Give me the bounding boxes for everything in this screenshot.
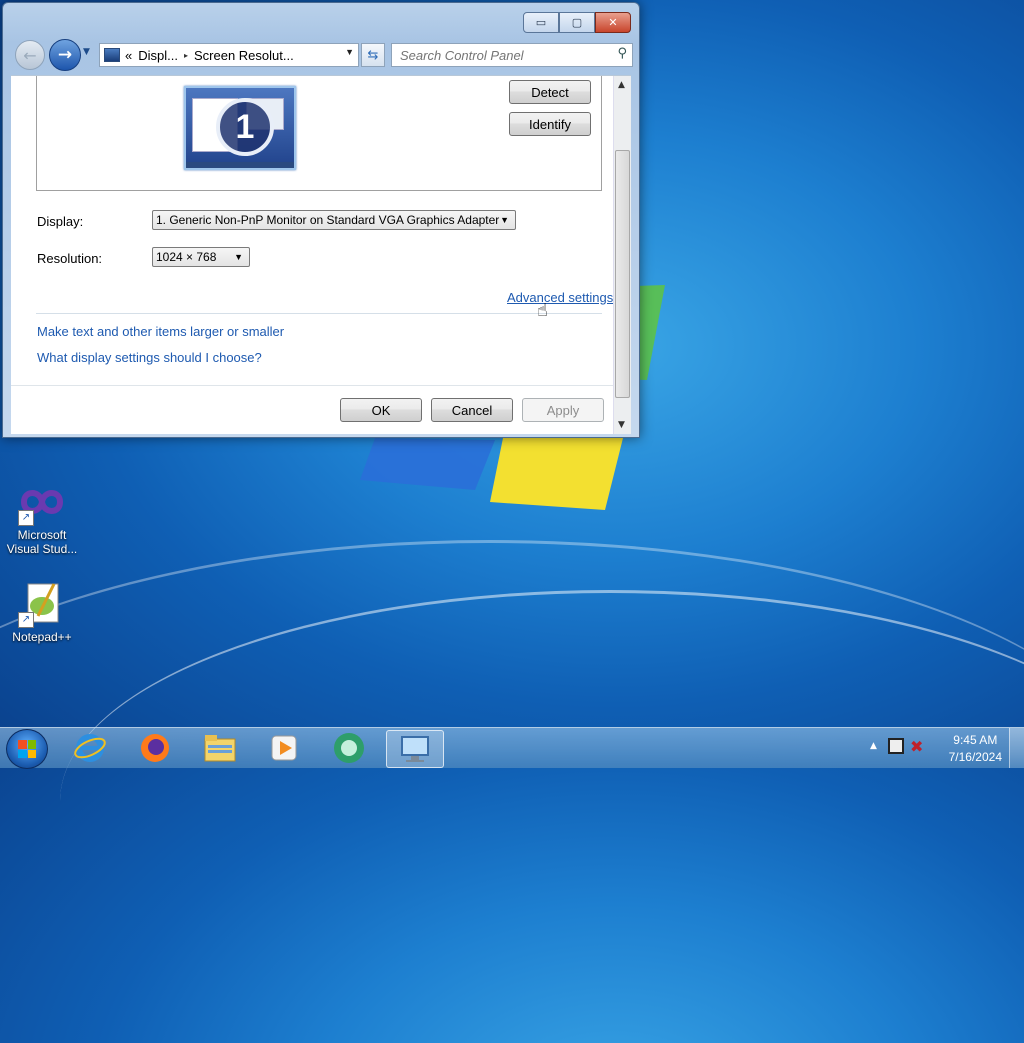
desktop-icon-label: Microsoft — [17, 528, 67, 542]
minimize-button[interactable]: ▭ — [523, 12, 559, 33]
taskbar-internet-explorer[interactable] — [62, 730, 118, 766]
desktop-icon-label: Visual Stud... — [6, 542, 78, 556]
maximize-button[interactable]: ▢ — [559, 12, 595, 33]
show-hidden-icons-button[interactable]: ▲ — [870, 741, 877, 751]
scroll-up-icon[interactable]: ▲ — [618, 80, 625, 90]
desktop-icon-label: Notepad++ — [12, 630, 72, 644]
taskbar: ▲ ✖ 9:45 AM 7/16/2024 — [0, 727, 1024, 769]
breadcrumb-separator-icon[interactable]: ▸ — [184, 51, 188, 60]
show-desktop-button[interactable] — [1009, 728, 1024, 768]
notepad-plus-plus-icon: ↗ — [18, 580, 66, 628]
text-size-link[interactable]: Make text and other items larger or smal… — [37, 324, 284, 339]
display-label: Display: — [37, 214, 84, 229]
taskbar-firefox[interactable] — [127, 730, 183, 766]
forward-button[interactable]: → — [49, 39, 81, 71]
scroll-down-icon[interactable]: ▼ — [618, 420, 625, 430]
clock-date: 7/16/2024 — [948, 750, 1002, 764]
vertical-scrollbar[interactable]: ▲ ▼ — [613, 76, 631, 434]
hand-cursor-icon: ☝ — [537, 300, 548, 321]
close-icon: ✕ — [608, 16, 618, 29]
preview-taskbar — [186, 162, 294, 168]
clock[interactable]: 9:45 AM 7/16/2024 — [949, 732, 1002, 766]
address-dropdown-icon[interactable]: ▼ — [345, 47, 354, 57]
windows-flag-icon — [18, 740, 36, 758]
monitor-number: 1 — [216, 98, 274, 156]
back-button[interactable]: ← — [15, 40, 45, 70]
internet-explorer-icon — [74, 734, 106, 762]
ok-button[interactable]: OK — [340, 398, 422, 422]
taskbar-control-panel[interactable] — [386, 730, 444, 768]
system-tray: ▲ ✖ 9:45 AM 7/16/2024 — [844, 728, 1024, 768]
app-green-icon — [334, 733, 364, 763]
resolution-select[interactable]: 1024 × 768 ▼ — [152, 247, 250, 267]
screen-resolution-window: ▭ ▢ ✕ ← → ▼ « Displ... ▸ Screen Resolut.… — [2, 2, 640, 438]
shortcut-arrow-icon: ↗ — [18, 510, 34, 526]
breadcrumb-screen-resolution[interactable]: Screen Resolut... — [194, 48, 294, 63]
address-chevron[interactable]: « — [125, 48, 132, 63]
advanced-settings-link[interactable]: Advanced settings — [507, 290, 613, 305]
taskbar-file-explorer[interactable] — [192, 730, 248, 766]
dialog-footer: OK Cancel Apply — [11, 385, 631, 434]
chevron-down-icon: ▼ — [234, 252, 243, 262]
network-icon[interactable] — [888, 738, 904, 754]
control-panel-icon — [401, 736, 429, 762]
visual-studio-icon: ↗ — [18, 478, 66, 526]
chevron-down-icon: ▼ — [500, 215, 509, 225]
back-arrow-icon: ← — [23, 45, 37, 65]
divider — [36, 313, 602, 314]
desktop-icon-visual-studio[interactable]: ↗ Microsoft Visual Stud... — [2, 478, 82, 556]
cancel-button[interactable]: Cancel — [431, 398, 513, 422]
close-button[interactable]: ✕ — [595, 12, 631, 33]
control-panel-icon — [104, 48, 120, 62]
clock-time: 9:45 AM — [953, 733, 998, 747]
content-area: 1 Detect Identify Display: 1. Generic No… — [11, 75, 631, 434]
resolution-select-value: 1024 × 768 — [156, 250, 217, 264]
monitor-1-preview[interactable]: 1 — [184, 86, 296, 170]
refresh-button[interactable]: ⇆ — [361, 43, 385, 67]
taskbar-media-player[interactable] — [256, 730, 312, 766]
detect-button[interactable]: Detect — [509, 80, 591, 104]
resolution-label: Resolution: — [37, 251, 103, 266]
volume-muted-icon[interactable]: ✖ — [910, 737, 923, 756]
caption-buttons: ▭ ▢ ✕ — [523, 12, 631, 33]
breadcrumb-display[interactable]: Displ... — [138, 48, 178, 63]
media-player-icon — [271, 735, 297, 761]
scrollbar-thumb[interactable] — [615, 150, 630, 398]
shortcut-arrow-icon: ↗ — [18, 612, 34, 628]
taskbar-green-app[interactable] — [321, 730, 377, 766]
forward-arrow-icon: → — [57, 45, 73, 65]
identify-button[interactable]: Identify — [509, 112, 591, 136]
search-icon[interactable]: ⚲ — [617, 46, 627, 61]
display-select-value: 1. Generic Non-PnP Monitor on Standard V… — [156, 213, 500, 227]
recent-pages-dropdown[interactable]: ▼ — [83, 47, 90, 57]
file-explorer-icon — [204, 735, 236, 762]
firefox-icon — [141, 734, 169, 762]
maximize-icon: ▢ — [571, 16, 583, 29]
search-box[interactable]: ⚲ — [391, 43, 633, 67]
refresh-icon: ⇆ — [367, 47, 379, 63]
navigation-bar: ← → ▼ « Displ... ▸ Screen Resolut... ▼ ⇆… — [11, 39, 633, 71]
desktop-icon-notepad-plus-plus[interactable]: ↗ Notepad++ — [2, 580, 82, 644]
apply-button[interactable]: Apply — [522, 398, 604, 422]
display-select[interactable]: 1. Generic Non-PnP Monitor on Standard V… — [152, 210, 516, 230]
display-settings-help-link[interactable]: What display settings should I choose? — [37, 350, 262, 365]
address-bar[interactable]: « Displ... ▸ Screen Resolut... ▼ — [99, 43, 359, 67]
minimize-icon: ▭ — [535, 16, 547, 29]
start-button[interactable] — [6, 729, 48, 769]
search-input[interactable] — [392, 46, 602, 64]
